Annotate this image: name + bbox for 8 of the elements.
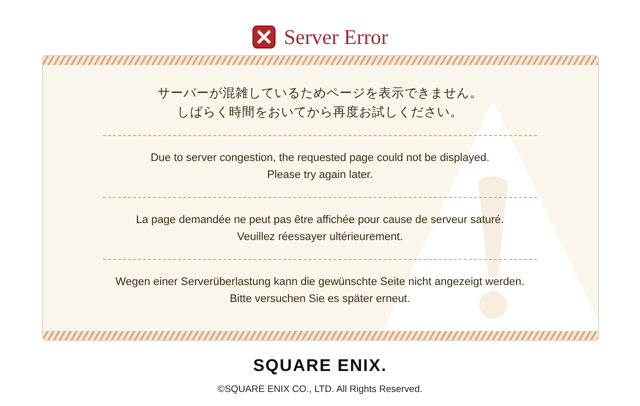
message-text: サーバーが混雑しているためページを表示できません。 しばらく時間をおいてから再度お試しください。 [158,85,482,121]
message-text: Wegen einer Serverüberlastung kann die gewünschte Seite nicht angezeigt werden. Bitte versuchen Sie es später erneut. [116,275,524,307]
close-icon [252,25,276,49]
message-text: Due to server congestion, the requested page could not be displayed. Please try again later. [150,151,490,183]
page-title: Server Error [284,26,388,48]
message-text: La page demandée ne peut pas être affichée pour cause de serveur saturé. Veuillez réessayer ultérieurement. [136,213,504,245]
copyright-text: ©SQUARE ENIX CO., LTD. All Rights Reserved. [218,382,422,396]
company-logo: SQUARE ENIX. [253,355,387,377]
